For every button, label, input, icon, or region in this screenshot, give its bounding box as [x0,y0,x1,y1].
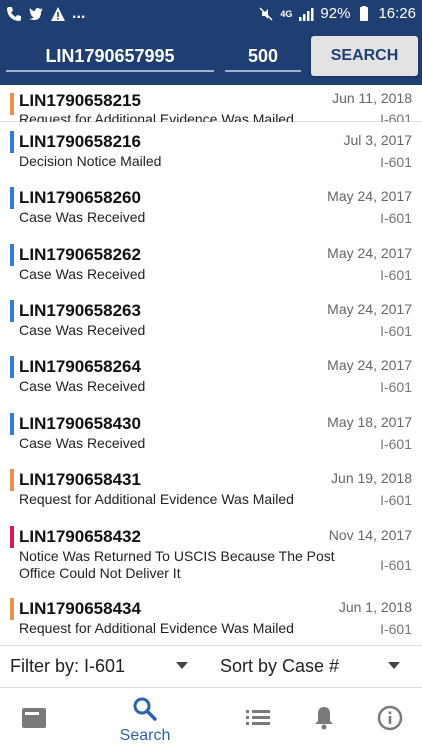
case-number: LIN1790658431 [19,470,141,489]
nav-info[interactable] [374,688,406,751]
battery-icon [360,5,369,21]
sort-chevron-down-icon[interactable] [388,662,400,669]
battery-percent: 92% [320,5,351,22]
info-icon [377,705,403,731]
status-right: 4G 92% 16:26 [258,5,416,22]
form-type: I-601 [380,621,412,637]
form-type: I-601 [380,154,412,170]
status-color-indicator [10,131,14,153]
case-number: LIN1790658216 [19,132,141,151]
case-date: Jul 3, 2017 [343,132,413,148]
case-row[interactable]: LIN1790658430 May 18, 2017 Case Was Receiv… [0,404,422,461]
case-date: Jun 11, 2018 [332,90,412,106]
warning-icon [51,7,65,21]
form-type: I-601 [380,323,412,339]
status-color-indicator [10,244,14,266]
form-type: I-601 [380,210,412,226]
case-row[interactable]: LIN1790658263 May 24, 2017 Case Was Receiv… [0,291,422,348]
more-notifications: ... [72,5,86,22]
phone-icon [7,7,21,21]
clock: 16:26 [378,5,416,22]
form-type: I-601 [380,557,412,573]
status-bar: ... 4G 92% 16:26 [0,0,422,30]
case-status: Case Was Received [19,322,146,338]
case-date: May 24, 2017 [327,301,412,317]
sort-dropdown[interactable]: Sort by Case # [220,656,339,677]
bell-icon [315,707,333,730]
case-date: May 24, 2017 [327,245,412,261]
case-date: May 24, 2017 [327,188,412,204]
case-date: Jun 19, 2018 [331,470,412,486]
mute-icon [259,6,273,21]
nav-notifications[interactable] [308,688,340,751]
search-button[interactable]: SEARCH [311,36,418,76]
case-number: LIN1790658430 [19,414,141,433]
case-number: LIN1790658263 [19,301,141,320]
nav-cases[interactable] [14,688,54,751]
search-icon [133,697,157,721]
status-color-indicator [10,413,14,435]
case-row[interactable]: LIN1790658262 May 24, 2017 Case Was Receiv… [0,235,422,292]
case-list[interactable]: LIN1790658215 Jun 11, 2018 Request for Add… [0,85,422,645]
status-color-indicator [10,187,14,209]
cases-icon [22,708,46,728]
case-date: Nov 14, 2017 [328,527,412,543]
case-status: Decision Notice Mailed [19,153,162,169]
case-number: LIN1790658260 [19,188,141,207]
case-row[interactable]: LIN1790658431 Jun 19, 2018 Request for Add… [0,460,422,518]
signal-icon [299,7,314,21]
case-row[interactable]: LIN1790658434 Jun 1, 2018 Request for Addi… [0,589,422,645]
case-row[interactable]: LIN1790658216 Jul 3, 2017 Decision Notice … [0,122,422,179]
status-color-indicator [10,469,14,491]
case-row[interactable]: LIN1790658264 May 24, 2017 Case Was Receiv… [0,347,422,405]
filter-chevron-down-icon[interactable] [176,662,188,669]
form-type: I-601 [380,379,412,395]
nav-search[interactable]: Search [115,688,175,751]
status-color-indicator [10,300,14,322]
nav-list[interactable] [242,688,274,751]
case-status: Case Was Received [19,209,146,225]
twitter-icon [29,8,43,20]
network-type: 4G [280,8,293,19]
filter-dropdown[interactable]: Filter by: I-601 [10,656,125,677]
case-row[interactable]: LIN1790658215 Jun 11, 2018 Request for Add… [0,85,422,127]
case-number: LIN1790658264 [19,357,141,376]
form-type: I-601 [380,436,412,452]
case-status: Notice Was Returned To USCIS Because The… [19,548,335,581]
case-date: Jun 1, 2018 [338,599,412,615]
list-icon [246,710,270,725]
count-input[interactable]: 500 [225,38,301,72]
case-number: LIN1790658262 [19,245,141,264]
form-type: I-601 [380,492,412,508]
case-status: Case Was Received [19,266,146,282]
case-number-input[interactable]: LIN1790657995 [6,38,214,72]
case-number: LIN1790658434 [19,599,141,618]
case-status: Case Was Received [19,435,146,451]
status-color-indicator [10,356,14,378]
case-date: May 24, 2017 [327,357,412,373]
bottom-navigation: Search [0,687,422,751]
case-number: LIN1790658215 [19,91,141,110]
case-number: LIN1790658432 [19,527,141,546]
filter-sort-bar: Filter by: I-601 Sort by Case # [0,645,422,688]
case-row[interactable]: LIN1790658260 May 24, 2017 Case Was Receiv… [0,178,422,236]
status-left: ... [6,5,85,23]
form-type: I-601 [380,267,412,283]
case-status: Case Was Received [19,378,146,394]
status-color-indicator [10,93,14,115]
status-color-indicator [10,598,14,620]
case-row[interactable]: LIN1790658432 Nov 14, 2017 Notice Was Retu… [0,517,422,590]
nav-search-label: Search [119,727,171,744]
status-color-indicator [10,526,14,548]
case-status: Request for Additional Evidence Was Mail… [19,620,294,636]
case-date: May 18, 2017 [327,414,412,430]
case-status: Request for Additional Evidence Was Mail… [19,491,294,507]
